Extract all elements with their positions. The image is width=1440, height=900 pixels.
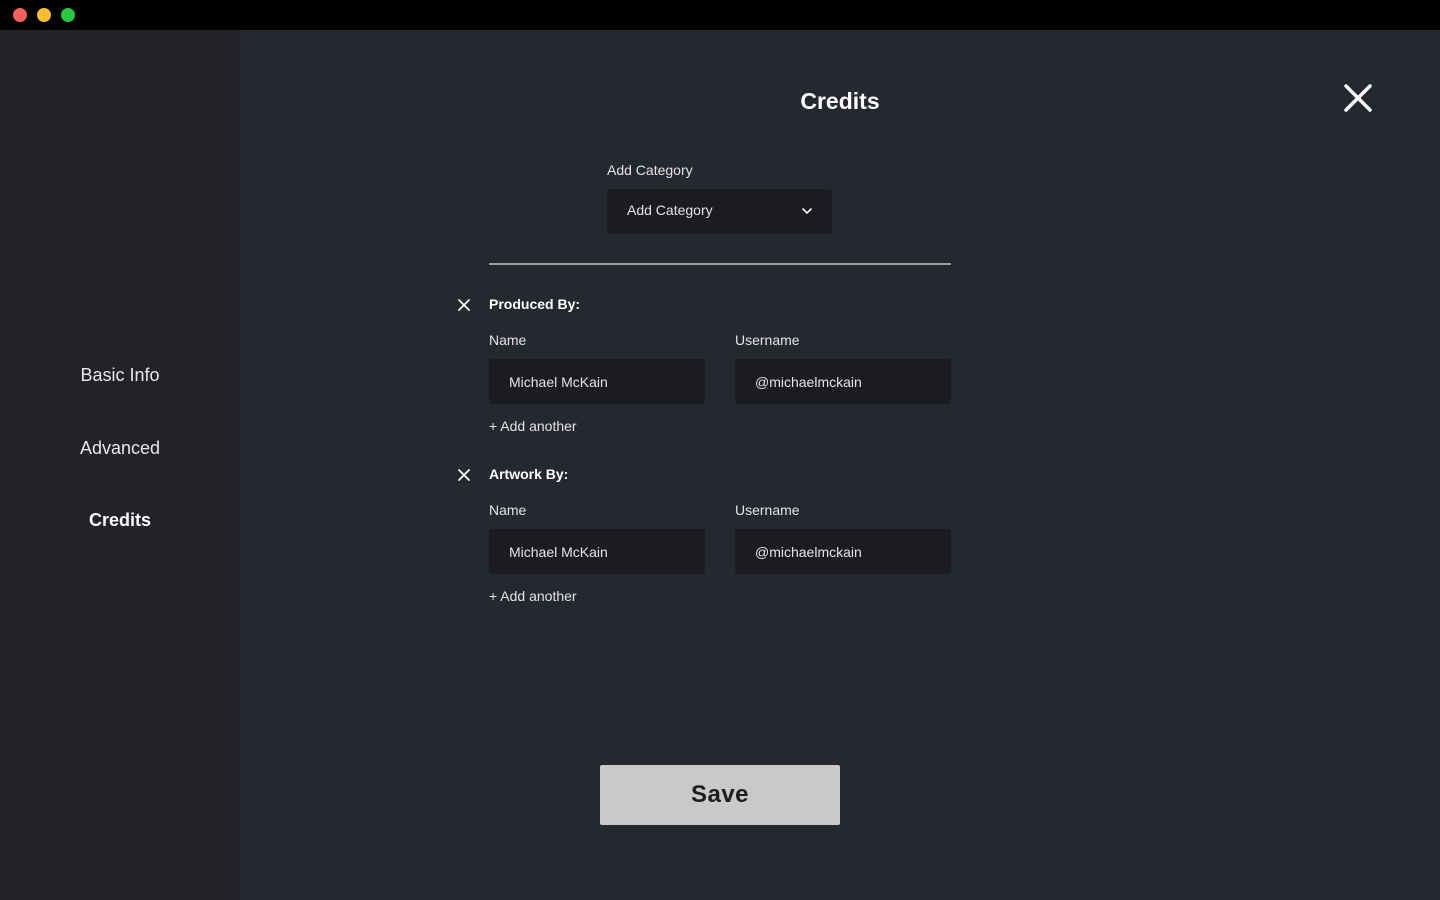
add-category-label: Add Category xyxy=(607,162,693,178)
page-title: Credits xyxy=(800,88,880,114)
name-field[interactable] xyxy=(489,359,705,404)
add-category-value: Add Category xyxy=(627,202,713,218)
username-label: Username xyxy=(735,502,800,518)
name-field[interactable] xyxy=(489,529,705,574)
sidebar: Basic Info Advanced Credits xyxy=(0,30,240,900)
section-title-artwork-by: Artwork By: xyxy=(489,466,569,482)
username-field[interactable] xyxy=(735,529,951,574)
name-label: Name xyxy=(489,502,527,518)
window-close-button[interactable] xyxy=(13,8,27,22)
close-icon[interactable] xyxy=(1340,80,1376,116)
sidebar-item-advanced[interactable]: Advanced xyxy=(0,438,240,459)
remove-icon[interactable] xyxy=(456,297,472,313)
save-button[interactable]: Save xyxy=(600,765,840,825)
remove-icon[interactable] xyxy=(456,467,472,483)
window-minimize-button[interactable] xyxy=(37,8,51,22)
add-another-link[interactable]: + Add another xyxy=(489,418,577,434)
title-bar xyxy=(0,0,1440,30)
chevron-down-icon xyxy=(800,204,814,218)
username-label: Username xyxy=(735,332,800,348)
sidebar-item-basic-info[interactable]: Basic Info xyxy=(0,365,240,386)
app-window: Basic Info Advanced Credits Credits Add … xyxy=(0,0,1440,900)
sidebar-item-credits[interactable]: Credits xyxy=(0,510,240,531)
add-another-link[interactable]: + Add another xyxy=(489,588,577,604)
section-title-produced-by: Produced By: xyxy=(489,296,581,312)
section-divider xyxy=(489,263,951,265)
add-category-select[interactable]: Add Category xyxy=(607,189,832,234)
name-label: Name xyxy=(489,332,527,348)
username-field[interactable] xyxy=(735,359,951,404)
main-panel: Credits Add Category Add Category Produc… xyxy=(240,30,1440,900)
window-maximize-button[interactable] xyxy=(61,8,75,22)
